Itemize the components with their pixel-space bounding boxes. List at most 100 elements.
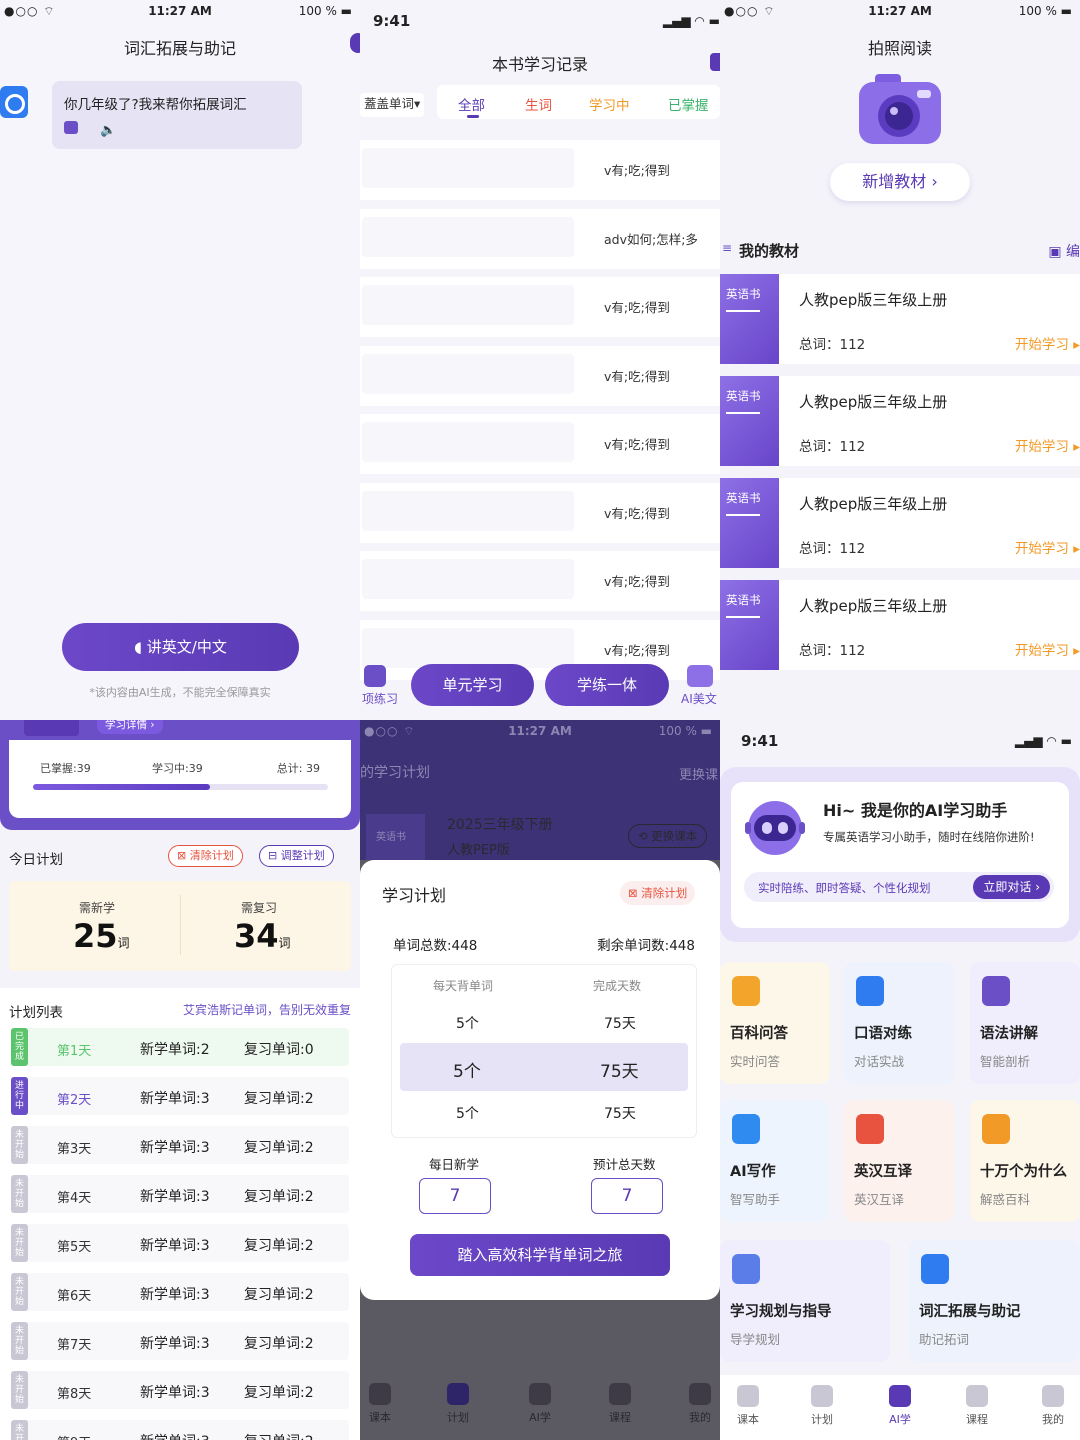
plan-day-row[interactable]: 未开始 第3天 新学单词:3 复习单词:2	[11, 1126, 349, 1164]
day-label: 第1天	[57, 1044, 92, 1059]
day-label: 第3天	[57, 1142, 92, 1157]
word-row[interactable]: v有;吃;得到	[360, 140, 720, 200]
new-words-count: 新学单词:3	[140, 1238, 210, 1254]
add-textbook-button[interactable]: 新增教材 ›	[830, 163, 970, 201]
ai-article-shortcut[interactable]: AI美文	[681, 665, 717, 707]
tab-ai-study[interactable]: AI学	[872, 1385, 928, 1427]
daily-new-input[interactable]: 7	[419, 1178, 491, 1214]
review-words-count: 复习单词:2	[244, 1189, 314, 1205]
plan-day-row[interactable]: 进行中 第2天 新学单词:3 复习单词:2	[11, 1077, 349, 1115]
feature-tile[interactable]: 百科问答 实时问答	[720, 962, 830, 1084]
tab-mine[interactable]: 我的	[1025, 1385, 1080, 1427]
word-row[interactable]: v有;吃;得到	[360, 482, 720, 543]
plan-day-row[interactable]: 未开始 第5天 新学单词:3 复习单词:2	[11, 1224, 349, 1262]
plan-day-row[interactable]: 未开始 第7天 新学单词:3 复习单词:2	[11, 1322, 349, 1360]
start-study-link[interactable]: 开始学习 ▸	[1015, 435, 1080, 455]
tab-mastered[interactable]: 已掌握	[668, 94, 709, 114]
speak-button[interactable]: ◖ 讲英文/中文	[62, 623, 299, 671]
page-title: 的学习计划	[360, 765, 430, 781]
tab-all[interactable]: 全部	[458, 94, 485, 114]
day-label: 第4天	[57, 1191, 92, 1206]
adjust-plan-button[interactable]: ⊟ 调整计划	[259, 845, 334, 867]
picker-option-daily[interactable]: 5个	[456, 1013, 479, 1033]
study-detail-link[interactable]: 学习详情 ›	[97, 720, 163, 734]
feature-tile[interactable]: 十万个为什么 解惑百科	[970, 1100, 1080, 1222]
estimated-days-label: 预计总天数	[593, 1157, 656, 1172]
learn-practice-button[interactable]: 学练一体	[545, 664, 669, 706]
plan-day-row[interactable]: 未开始 第9天 新学单词:3 复习单词:2	[11, 1420, 349, 1440]
edit-icon: ▣	[1048, 244, 1066, 260]
word-row[interactable]: adv如何;怎样;多	[360, 208, 720, 269]
picker-option-days[interactable]: 75天	[604, 1013, 636, 1033]
selected-days: 75天	[600, 1062, 639, 1082]
start-study-link[interactable]: 开始学习 ▸	[1015, 333, 1080, 353]
picker-option-days[interactable]: 75天	[604, 1103, 636, 1123]
start-study-link[interactable]: 开始学习 ▸	[1015, 639, 1080, 659]
feature-tile[interactable]: 口语对练 对话实战	[844, 962, 954, 1084]
progress-fill	[33, 784, 210, 790]
status-time: 9:41	[741, 732, 779, 750]
word-row[interactable]: v有;吃;得到	[360, 551, 720, 611]
tab-course[interactable]: 课程	[590, 1383, 650, 1425]
picker-selected-row[interactable]: 5个 75天	[400, 1043, 688, 1091]
start-journey-button[interactable]: 踏入高效科学背单词之旅	[410, 1234, 670, 1276]
divider	[180, 895, 181, 955]
feature-subtitle: 对话实战	[854, 1054, 905, 1069]
unit-study-button[interactable]: 单元学习	[411, 664, 534, 706]
feature-tile[interactable]: 学习规划与指导 导学规划	[720, 1240, 890, 1362]
review-words-count: 复习单词:2	[244, 1238, 314, 1254]
word-row[interactable]: v有;吃;得到	[360, 414, 720, 474]
plan-day-row[interactable]: 已完成 第1天 新学单词:2 复习单词:0	[11, 1028, 349, 1066]
settings-icon[interactable]	[350, 33, 360, 53]
day-status-tag: 未开始	[11, 1322, 28, 1360]
word-definition: v有;吃;得到	[604, 300, 670, 315]
word-row[interactable]: v有;吃;得到	[360, 277, 720, 337]
feature-subtitle: 助记拓词	[919, 1332, 970, 1347]
tab-textbook[interactable]: 课本	[720, 1385, 776, 1427]
tab-learning[interactable]: 学习中	[589, 94, 630, 114]
feature-name: 百科问答	[730, 1026, 788, 1042]
plan-day-row[interactable]: 未开始 第8天 新学单词:3 复习单词:2	[11, 1371, 349, 1409]
textbook-card[interactable]: 英语书 人教pep版三年级上册 总词：112 开始学习 ▸	[720, 274, 1080, 364]
textbook-card[interactable]: 英语书 人教pep版三年级上册 总词：112 开始学习 ▸	[720, 478, 1080, 568]
settings-icon[interactable]	[710, 53, 720, 71]
textbook-card[interactable]: 英语书 人教pep版三年级上册 总词：112 开始学习 ▸	[720, 580, 1080, 670]
word-filter-dropdown[interactable]: 蓋盖单词▾	[360, 93, 425, 117]
word-definition: v有;吃;得到	[604, 163, 670, 178]
clear-plan-button[interactable]: ⊠ 清除计划	[168, 845, 243, 867]
estimated-days-input[interactable]: 7	[591, 1178, 663, 1214]
plan-picker: 每天背单词 完成天数 5个 75天 5个 75天 5个 75天	[391, 964, 697, 1138]
progress-stats: 已掌握:39 学习中:39 总计: 39	[40, 760, 320, 776]
tab-course[interactable]: 课程	[949, 1385, 1005, 1427]
tab-new-words[interactable]: 生词	[525, 94, 552, 114]
practice-shortcut[interactable]: 项练习	[362, 665, 398, 707]
tab-textbook[interactable]: 课本	[360, 1383, 410, 1425]
speaker-icon[interactable]: 🔈	[100, 123, 116, 138]
clear-plan-button[interactable]: ⊠ 清除计划	[620, 881, 696, 905]
feature-icon	[921, 1254, 949, 1284]
copy-icon[interactable]	[64, 121, 78, 134]
textbook-word-total: 总词：112	[799, 337, 866, 353]
feature-tile[interactable]: 词汇拓展与助记 助记拓词	[909, 1240, 1080, 1362]
swap-textbook-button[interactable]: ⟲ 更换课本	[628, 824, 708, 848]
textbook-card[interactable]: 英语书 人教pep版三年级上册 总词：112 开始学习 ▸	[720, 376, 1080, 466]
word-row[interactable]: v有;吃;得到	[360, 345, 720, 406]
today-plan-title: 今日计划	[9, 852, 63, 868]
tab-plan[interactable]: 计划	[428, 1383, 488, 1425]
textbook-title: 人教pep版三年级上册	[799, 495, 948, 513]
plan-day-row[interactable]: 未开始 第4天 新学单词:3 复习单词:2	[11, 1175, 349, 1213]
day-status-tag: 未开始	[11, 1175, 28, 1213]
start-study-link[interactable]: 开始学习 ▸	[1015, 537, 1080, 557]
plan-day-row[interactable]: 未开始 第6天 新学单词:3 复习单词:2	[11, 1273, 349, 1311]
feature-tile[interactable]: AI写作 智写助手	[720, 1100, 830, 1222]
tab-mine[interactable]: 我的	[670, 1383, 720, 1425]
edit-button[interactable]: ▣ 编	[1048, 241, 1080, 261]
feature-tile[interactable]: 英汉互译 英汉互译	[844, 1100, 954, 1222]
tab-plan[interactable]: 计划	[794, 1385, 850, 1427]
feature-tile[interactable]: 语法讲解 智能剖析	[970, 962, 1080, 1084]
chat-now-button[interactable]: 立即对话 ›	[973, 875, 1050, 899]
assistant-features: 实时陪练、即时答疑、个性化规划	[758, 881, 931, 895]
picker-option-daily[interactable]: 5个	[456, 1103, 479, 1123]
change-course-link[interactable]: 更换课	[679, 764, 718, 783]
tab-ai-study[interactable]: AI学	[510, 1383, 570, 1425]
